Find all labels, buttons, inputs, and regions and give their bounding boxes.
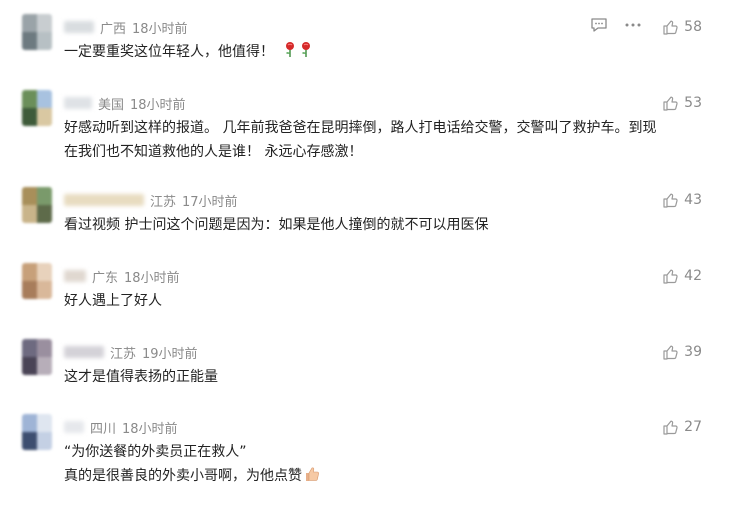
username-blurred[interactable] [64, 21, 94, 33]
more-icon[interactable] [624, 17, 642, 37]
rose-icon [282, 40, 314, 66]
location-label: 四川 [90, 421, 117, 437]
like-button[interactable]: 53 [662, 94, 702, 112]
thumbs-up-emoji-icon [304, 466, 320, 490]
comment-meta: 广东 18小时前 [64, 267, 180, 286]
comment-text-line: 看过视频 护士问这个问题是因为：如果是他人撞倒的就不可以用医保 [64, 217, 489, 233]
location-label: 美国 [98, 97, 125, 113]
comment-meta: 四川 18小时前 [64, 418, 178, 437]
comment-text: 这才是值得表扬的正能量 [64, 365, 714, 389]
username-blurred[interactable] [64, 194, 144, 206]
location-label: 广西 [100, 21, 127, 37]
like-count: 27 [684, 419, 702, 435]
timestamp: 18小时前 [124, 270, 180, 286]
location-label: 江苏 [150, 194, 177, 210]
comment-text: 好感动听到这样的报道。 几年前我爸爸在昆明摔倒，路人打电话给交警，交警叫了救护车… [64, 116, 714, 164]
username-blurred[interactable] [64, 421, 84, 433]
timestamp: 18小时前 [122, 421, 178, 437]
like-button[interactable]: 39 [662, 343, 702, 361]
thumbs-up-icon [662, 419, 684, 435]
thumbs-up-icon [662, 95, 684, 111]
like-button[interactable]: 42 [662, 267, 702, 285]
like-button[interactable]: 43 [662, 191, 702, 209]
avatar[interactable] [22, 339, 52, 375]
comment-meta: 江苏 19小时前 [64, 343, 198, 362]
comment-text-line: 一定要重奖这位年轻人，他值得！ [64, 44, 274, 60]
timestamp: 17小时前 [182, 194, 238, 210]
like-button[interactable]: 58 [662, 18, 702, 36]
avatar[interactable] [22, 90, 52, 126]
comment-text: 一定要重奖这位年轻人，他值得！ [64, 40, 714, 66]
timestamp: 19小时前 [142, 346, 198, 362]
comment-text: “为你送餐的外卖员正在救人” 真的是很善良的外卖小哥啊，为他点赞 [64, 440, 714, 490]
comment-meta: 美国 18小时前 [64, 94, 186, 113]
like-count: 53 [684, 95, 702, 111]
comment-text-line: “为你送餐的外卖员正在救人” [64, 444, 247, 460]
comment-meta: 江苏 17小时前 [64, 191, 238, 210]
timestamp: 18小时前 [130, 97, 186, 113]
thumbs-up-icon [662, 19, 684, 35]
like-count: 58 [684, 19, 702, 35]
comment-meta: 广西 18小时前 [64, 18, 188, 37]
location-label: 江苏 [110, 346, 137, 362]
comment-text-line: 真的是很善良的外卖小哥啊，为他点赞 [64, 468, 302, 484]
timestamp: 18小时前 [132, 21, 188, 37]
like-count: 43 [684, 192, 702, 208]
comment-text: 看过视频 护士问这个问题是因为：如果是他人撞倒的就不可以用医保 [64, 213, 714, 237]
username-blurred[interactable] [64, 346, 104, 358]
like-count: 39 [684, 344, 702, 360]
username-blurred[interactable] [64, 270, 86, 282]
avatar[interactable] [22, 263, 52, 299]
avatar[interactable] [22, 187, 52, 223]
comment-actions [590, 18, 642, 36]
avatar[interactable] [22, 414, 52, 450]
thumbs-up-icon [662, 344, 684, 360]
comment-text-line: 这才是值得表扬的正能量 [64, 369, 218, 385]
comment-text-line: 好人遇上了好人 [64, 293, 162, 309]
username-blurred[interactable] [64, 97, 92, 109]
location-label: 广东 [92, 270, 119, 286]
reply-icon[interactable] [590, 17, 608, 37]
comment-text-line: 在我们也不知道救他的人是谁！ 永远心存感激！ [64, 144, 363, 160]
comment-text-line: 好感动听到这样的报道。 几年前我爸爸在昆明摔倒，路人打电话给交警，交警叫了救护车… [64, 120, 657, 136]
thumbs-up-icon [662, 268, 684, 284]
thumbs-up-icon [662, 192, 684, 208]
comment-text: 好人遇上了好人 [64, 289, 714, 313]
like-count: 42 [684, 268, 702, 284]
avatar[interactable] [22, 14, 52, 50]
like-button[interactable]: 27 [662, 418, 702, 436]
